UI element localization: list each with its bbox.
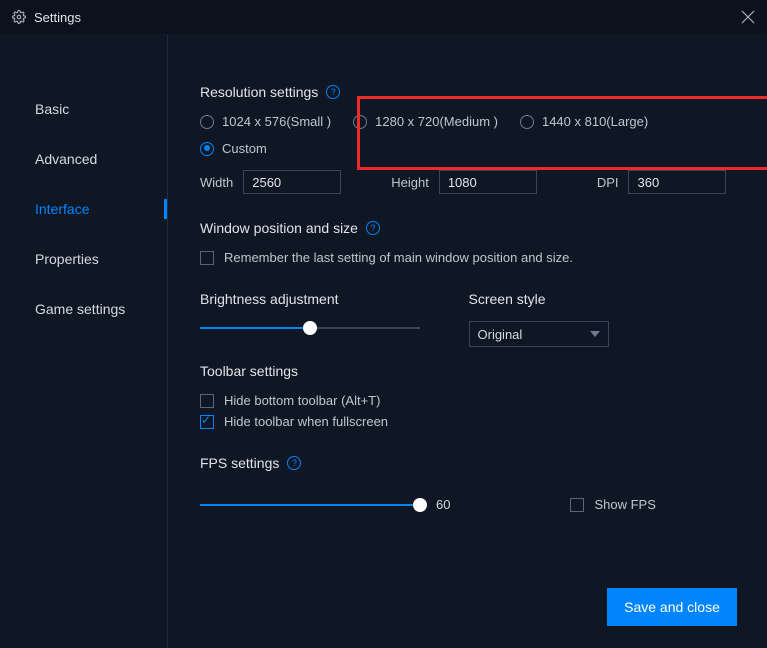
- sidebar-item-label: Properties: [35, 251, 99, 267]
- titlebar: Settings: [0, 0, 767, 34]
- checkbox-hide-bottom-toolbar[interactable]: [200, 394, 214, 408]
- checkbox-show-fps[interactable]: [570, 498, 584, 512]
- width-input[interactable]: [243, 170, 341, 194]
- window-pos-title: Window position and size ?: [200, 220, 737, 236]
- brightness-slider[interactable]: [200, 321, 420, 335]
- help-icon[interactable]: ?: [326, 85, 340, 99]
- radio-res-large[interactable]: 1440 x 810(Large): [520, 114, 648, 129]
- chevron-down-icon: [590, 329, 600, 339]
- checkbox-remember-window[interactable]: [200, 251, 214, 265]
- sidebar: Basic Advanced Interface Properties Game…: [0, 34, 168, 648]
- height-label: Height: [391, 175, 429, 190]
- fps-title: FPS settings ?: [200, 455, 737, 471]
- sidebar-item-advanced[interactable]: Advanced: [0, 134, 167, 184]
- save-and-close-button[interactable]: Save and close: [607, 588, 737, 626]
- resolution-title: Resolution settings ?: [200, 84, 737, 100]
- brightness-title: Brightness adjustment: [200, 291, 469, 307]
- sidebar-item-basic[interactable]: Basic: [0, 84, 167, 134]
- sidebar-item-label: Interface: [35, 201, 89, 217]
- sidebar-item-properties[interactable]: Properties: [0, 234, 167, 284]
- help-icon[interactable]: ?: [287, 456, 301, 470]
- close-icon[interactable]: [741, 10, 755, 24]
- gear-icon: [12, 10, 34, 24]
- sidebar-item-label: Advanced: [35, 151, 97, 167]
- sidebar-item-game-settings[interactable]: Game settings: [0, 284, 167, 334]
- main-panel: Resolution settings ? 1024 x 576(Small )…: [168, 34, 767, 648]
- radio-res-medium[interactable]: 1280 x 720(Medium ): [353, 114, 498, 129]
- sidebar-item-interface[interactable]: Interface: [0, 184, 167, 234]
- window-title: Settings: [34, 10, 81, 25]
- checkbox-hide-toolbar-fullscreen[interactable]: [200, 415, 214, 429]
- screen-style-title: Screen style: [469, 291, 738, 307]
- help-icon[interactable]: ?: [366, 221, 380, 235]
- fps-slider[interactable]: [200, 498, 420, 512]
- dpi-input[interactable]: [628, 170, 726, 194]
- sidebar-item-label: Game settings: [35, 301, 125, 317]
- radio-res-custom[interactable]: Custom: [200, 141, 737, 156]
- screen-style-select[interactable]: Original: [469, 321, 609, 347]
- checkbox-label: Show FPS: [594, 497, 655, 512]
- checkbox-label: Hide toolbar when fullscreen: [224, 414, 388, 429]
- checkbox-label: Hide bottom toolbar (Alt+T): [224, 393, 380, 408]
- resolution-radio-row: 1024 x 576(Small ) 1280 x 720(Medium ) 1…: [200, 114, 737, 129]
- width-label: Width: [200, 175, 233, 190]
- dpi-label: DPI: [597, 175, 619, 190]
- fps-value: 60: [436, 497, 450, 512]
- checkbox-label: Remember the last setting of main window…: [224, 250, 573, 265]
- toolbar-title: Toolbar settings: [200, 363, 737, 379]
- radio-res-small[interactable]: 1024 x 576(Small ): [200, 114, 331, 129]
- sidebar-item-label: Basic: [35, 101, 69, 117]
- height-input[interactable]: [439, 170, 537, 194]
